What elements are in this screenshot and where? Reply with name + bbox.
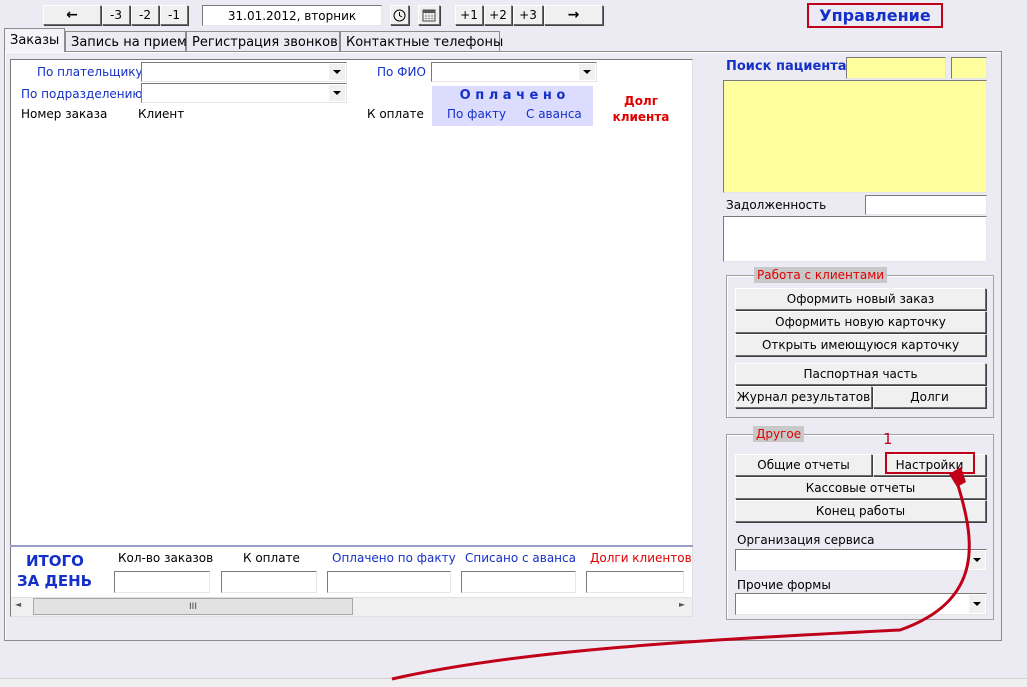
annotation-arrow: [391, 467, 971, 681]
tab-orders[interactable]: Заказы: [4, 28, 65, 52]
